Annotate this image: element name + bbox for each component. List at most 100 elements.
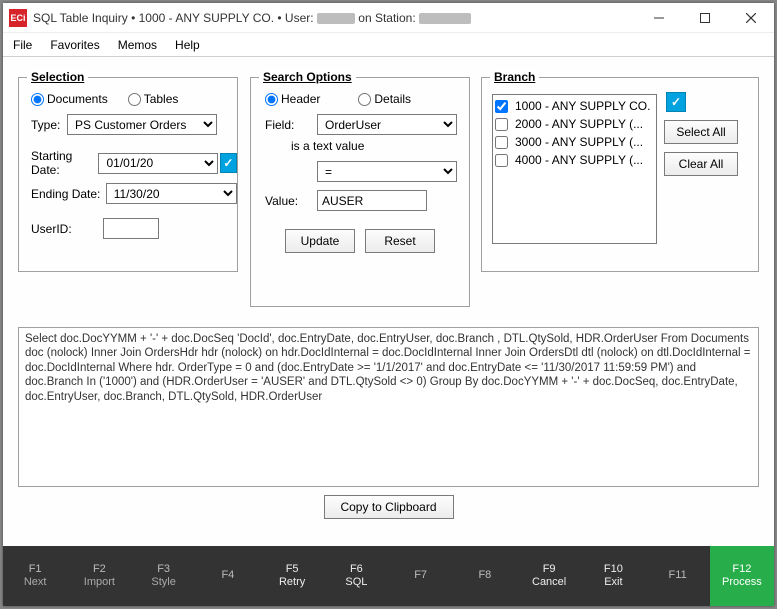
fkey-f6[interactable]: F6SQL bbox=[324, 563, 388, 589]
branch-3000-label: 3000 - ANY SUPPLY (... bbox=[515, 135, 643, 149]
fkey-f9[interactable]: F9Cancel bbox=[517, 563, 581, 589]
branch-4000-label: 4000 - ANY SUPPLY (... bbox=[515, 153, 643, 167]
fkey-f6-label: SQL bbox=[345, 576, 367, 588]
fkey-f9-label: Cancel bbox=[532, 576, 566, 588]
branch-item-4000[interactable]: 4000 - ANY SUPPLY (... bbox=[495, 151, 654, 169]
branch-4000-checkbox[interactable] bbox=[495, 154, 508, 167]
title-company: 1000 - ANY SUPPLY CO. bbox=[139, 11, 274, 25]
fkey-f12[interactable]: F12Process bbox=[710, 546, 774, 606]
fkey-f3-label: Style bbox=[151, 576, 175, 588]
branch-item-1000[interactable]: 1000 - ANY SUPPLY CO. bbox=[495, 97, 654, 115]
title-user-label: User: bbox=[285, 11, 314, 25]
sql-textbox[interactable]: Select doc.DocYYMM + '-' + doc.DocSeq 'D… bbox=[18, 327, 759, 487]
branch-3000-checkbox[interactable] bbox=[495, 136, 508, 149]
window-title: SQL Table Inquiry • 1000 - ANY SUPPLY CO… bbox=[33, 11, 471, 25]
title-prefix: SQL Table Inquiry bbox=[33, 11, 128, 25]
value-input[interactable] bbox=[317, 190, 427, 211]
close-icon bbox=[746, 13, 756, 23]
radio-tables[interactable]: Tables bbox=[128, 92, 179, 106]
radio-tables-label: Tables bbox=[144, 92, 179, 106]
branch-title: Branch bbox=[490, 70, 539, 84]
menu-file[interactable]: File bbox=[13, 38, 32, 52]
title-user-redacted bbox=[317, 13, 355, 24]
radio-header-label: Header bbox=[281, 92, 320, 106]
maximize-button[interactable] bbox=[682, 3, 728, 32]
close-button[interactable] bbox=[728, 3, 774, 32]
fkey-f9-key: F9 bbox=[517, 563, 581, 576]
title-station-label: on Station: bbox=[358, 11, 415, 25]
fkey-f11: F11 bbox=[646, 569, 710, 582]
menu-help[interactable]: Help bbox=[175, 38, 200, 52]
menubar: File Favorites Memos Help bbox=[3, 33, 774, 57]
fkey-f7: F7 bbox=[389, 569, 453, 582]
menu-favorites[interactable]: Favorites bbox=[50, 38, 99, 52]
date-check-toggle[interactable]: ✓ bbox=[220, 153, 237, 173]
reset-button[interactable]: Reset bbox=[365, 229, 435, 253]
fkey-f10[interactable]: F10Exit bbox=[581, 563, 645, 589]
function-key-bar: F1NextF2ImportF3StyleF4F5RetryF6SQLF7F8F… bbox=[3, 546, 774, 606]
fkey-f3-key: F3 bbox=[132, 563, 196, 576]
maximize-icon bbox=[700, 13, 710, 23]
copy-to-clipboard-button[interactable]: Copy to Clipboard bbox=[324, 495, 454, 519]
radio-details-label: Details bbox=[374, 92, 411, 106]
title-station-redacted bbox=[419, 13, 471, 24]
fkey-f3[interactable]: F3Style bbox=[132, 563, 196, 589]
value-label: Value: bbox=[265, 194, 317, 208]
fkey-f6-key: F6 bbox=[324, 563, 388, 576]
select-all-button[interactable]: Select All bbox=[664, 120, 738, 144]
fkey-f2-label: Import bbox=[84, 576, 115, 588]
branch-item-2000[interactable]: 2000 - ANY SUPPLY (... bbox=[495, 115, 654, 133]
title-sep1: • bbox=[131, 11, 139, 25]
menu-memos[interactable]: Memos bbox=[118, 38, 157, 52]
ending-date-combo[interactable]: 11/30/20 bbox=[106, 183, 237, 204]
branch-list[interactable]: 1000 - ANY SUPPLY CO. 2000 - ANY SUPPLY … bbox=[492, 94, 657, 244]
field-label: Field: bbox=[265, 118, 317, 132]
fkey-f12-label: Process bbox=[710, 576, 774, 589]
field-combo[interactable]: OrderUser bbox=[317, 114, 457, 135]
radio-header[interactable]: Header bbox=[265, 92, 320, 106]
userid-label: UserID: bbox=[31, 222, 103, 236]
operator-combo[interactable]: = bbox=[317, 161, 457, 182]
search-options-group: Search Options Header Details Field: Ord… bbox=[250, 77, 470, 307]
client-area: Selection Documents Tables Type: PS Cust… bbox=[3, 57, 774, 606]
starting-date-label: Starting Date: bbox=[31, 149, 98, 177]
minimize-icon bbox=[654, 13, 664, 23]
fkey-f1[interactable]: F1Next bbox=[3, 563, 67, 589]
titlebar: ECi SQL Table Inquiry • 1000 - ANY SUPPL… bbox=[3, 3, 774, 33]
update-button[interactable]: Update bbox=[285, 229, 355, 253]
fkey-f1-key: F1 bbox=[3, 563, 67, 576]
radio-details[interactable]: Details bbox=[358, 92, 411, 106]
branch-item-3000[interactable]: 3000 - ANY SUPPLY (... bbox=[495, 133, 654, 151]
selection-group: Selection Documents Tables Type: PS Cust… bbox=[18, 77, 238, 272]
window-controls bbox=[636, 3, 774, 32]
ending-date-label: Ending Date: bbox=[31, 187, 106, 201]
fkey-f10-key: F10 bbox=[581, 563, 645, 576]
branch-1000-label: 1000 - ANY SUPPLY CO. bbox=[515, 99, 650, 113]
app-icon: ECi bbox=[9, 9, 27, 27]
fkey-f5[interactable]: F5Retry bbox=[260, 563, 324, 589]
radio-documents-label: Documents bbox=[47, 92, 108, 106]
branch-group: Branch 1000 - ANY SUPPLY CO. 2000 - ANY … bbox=[481, 77, 759, 272]
fkey-f8: F8 bbox=[453, 569, 517, 582]
fkey-f5-key: F5 bbox=[260, 563, 324, 576]
fkey-f1-label: Next bbox=[24, 576, 47, 588]
radio-documents[interactable]: Documents bbox=[31, 92, 108, 106]
fkey-f2-key: F2 bbox=[67, 563, 131, 576]
starting-date-combo[interactable]: 01/01/20 bbox=[98, 153, 217, 174]
type-combo[interactable]: PS Customer Orders bbox=[67, 114, 217, 135]
fkey-f2[interactable]: F2Import bbox=[67, 563, 131, 589]
fkey-f10-label: Exit bbox=[604, 576, 622, 588]
search-options-title: Search Options bbox=[259, 70, 356, 84]
userid-input[interactable] bbox=[103, 218, 159, 239]
selection-title: Selection bbox=[27, 70, 88, 84]
field-hint: is a text value bbox=[291, 139, 364, 153]
fkey-f12-key: F12 bbox=[710, 563, 774, 576]
title-sep2: • bbox=[277, 11, 285, 25]
branch-2000-checkbox[interactable] bbox=[495, 118, 508, 131]
branch-2000-label: 2000 - ANY SUPPLY (... bbox=[515, 117, 643, 131]
clear-all-button[interactable]: Clear All bbox=[664, 152, 738, 176]
minimize-button[interactable] bbox=[636, 3, 682, 32]
fkey-f4: F4 bbox=[196, 569, 260, 582]
branch-1000-checkbox[interactable] bbox=[495, 100, 508, 113]
branch-check-toggle[interactable]: ✓ bbox=[666, 92, 686, 112]
